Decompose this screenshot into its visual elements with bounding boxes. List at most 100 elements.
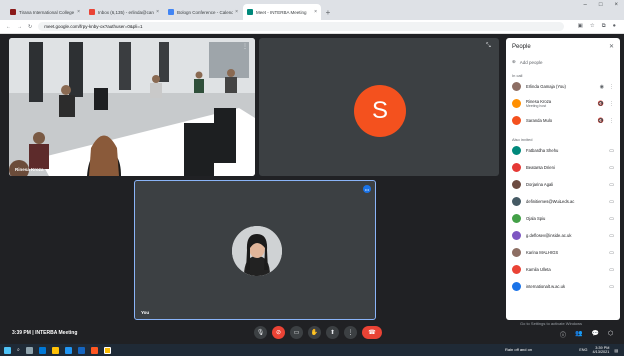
participant-list-item[interactable]: definitiemes@WuiLeds.ac ▭ (512, 193, 614, 210)
participant-list-item[interactable]: Kamila Ulleta ▭ (512, 261, 614, 278)
mute-icon[interactable]: 🔇 (598, 118, 604, 124)
leave-call-button[interactable]: ☎ (362, 326, 382, 339)
speaking-icon[interactable]: ◉ (600, 84, 604, 90)
message-icon[interactable]: ▭ (609, 199, 614, 205)
url-field[interactable]: meet.google.com/frpy-knby-ox?authuser=0&… (38, 22, 564, 31)
more-options-button[interactable]: ⋮ (344, 326, 357, 339)
meeting-title: INTERBA Meeting (35, 330, 78, 336)
message-icon[interactable]: ▭ (609, 250, 614, 256)
participant-tile-rinesa[interactable]: ⋮ Rinesa Kroza (9, 38, 255, 176)
pin-icon[interactable]: ⋮ (242, 43, 249, 50)
more-icon[interactable]: ⋮ (609, 118, 614, 124)
participant-list-item[interactable]: Erlinda Gamaja (You) ◉ ⋮ (512, 78, 614, 95)
more-icon[interactable]: ⋮ (609, 101, 614, 107)
weather-widget[interactable]: Rain off and on (505, 347, 532, 352)
participant-list-item[interactable]: g.deflosev@inside.ac.uk ▭ (512, 227, 614, 244)
message-icon[interactable]: ▭ (609, 284, 614, 290)
close-icon[interactable]: ✕ (609, 43, 614, 50)
self-view-tile[interactable]: ••• You (134, 180, 376, 320)
message-icon[interactable]: ▭ (609, 233, 614, 239)
browser-tab[interactable]: Meet - INTERBA Meeting × (243, 4, 321, 20)
info-icon[interactable]: ⓘ (560, 330, 566, 339)
language-indicator[interactable]: ENG (579, 348, 587, 352)
new-tab-button[interactable]: + (322, 4, 334, 20)
close-tab-icon[interactable]: × (156, 9, 159, 15)
present-button[interactable]: ⬆ (326, 326, 339, 339)
office-icon[interactable] (90, 346, 98, 354)
camera-permission-icon[interactable]: ▣ (578, 23, 583, 30)
maximize-button[interactable]: □ (599, 2, 603, 8)
close-tab-icon[interactable]: × (77, 9, 80, 15)
star-icon[interactable]: ☆ (590, 23, 595, 30)
search-icon[interactable]: ⌕ (17, 347, 20, 353)
participant-list-item[interactable]: internationalt.w.ac.uk ▭ (512, 278, 614, 295)
close-tab-icon[interactable]: × (235, 9, 238, 15)
message-icon[interactable]: ▭ (609, 165, 614, 171)
browser-tab[interactable]: Bologn Conference - Calendar - Ver× (164, 4, 242, 20)
people-icon[interactable]: 👥 (575, 330, 582, 339)
avatar (512, 180, 521, 189)
present-icon: ⬆ (329, 330, 336, 336)
forward-icon[interactable]: → (17, 24, 22, 30)
participant-list-item[interactable]: Fatbardha Shehu ▭ (512, 142, 614, 159)
participant-name: Fatbardha Shehu (526, 148, 559, 153)
participant-list-item[interactable]: Beatarsa Drieni ▭ (512, 159, 614, 176)
tab-favicon-icon (10, 9, 16, 15)
message-icon[interactable]: ▭ (609, 267, 614, 273)
participant-list-item[interactable]: Karina MALHIGS ▭ (512, 244, 614, 261)
chat-icon[interactable]: 💬 (592, 330, 599, 339)
minimize-button[interactable]: – (584, 2, 587, 8)
browser-tab[interactable]: Tirana International College | Resid× (6, 4, 84, 20)
file-explorer-icon[interactable] (51, 346, 59, 354)
reload-icon[interactable]: ↻ (28, 24, 32, 30)
raise-hand-button[interactable]: ✋ (308, 326, 321, 339)
task-view-icon[interactable] (25, 346, 33, 354)
start-icon[interactable] (4, 346, 11, 354)
participant-name: Erlinda Gamaja (You) (526, 84, 566, 89)
hand-icon: ✋ (310, 330, 319, 336)
participant-list-item[interactable]: Dorjarina Agali ▭ (512, 176, 614, 193)
activities-icon[interactable]: ⬡ (608, 330, 613, 339)
avatar (512, 197, 521, 206)
store-icon[interactable] (64, 346, 72, 354)
camera-off-icon: ⊘ (275, 330, 282, 336)
avatar (512, 282, 521, 291)
clock[interactable]: 3:39 PM 4/13/2021 (593, 346, 610, 354)
profile-icon[interactable]: ● (613, 23, 616, 30)
participant-list-item[interactable]: Rinesa Kroza Meeting host 🔇 ⋮ (512, 95, 614, 112)
chrome-icon[interactable] (103, 346, 111, 354)
message-icon[interactable]: ▭ (609, 182, 614, 188)
mic-button[interactable]: 🎙 (254, 326, 267, 339)
participant-name: Ojala Spiu (526, 216, 546, 221)
system-tray: ENG 3:39 PM 4/13/2021 ▤ (579, 346, 618, 354)
tab-title: Inbox (6,135) - erlinda@canatec (98, 9, 154, 15)
message-icon[interactable]: ▭ (609, 216, 614, 222)
mail-icon[interactable] (77, 346, 85, 354)
more-icon[interactable]: ⋮ (609, 84, 614, 90)
mute-icon[interactable]: 🔇 (598, 101, 604, 107)
taskbar: ⌕ Rain off and on ENG 3:39 PM 4/13/2021 … (0, 344, 624, 356)
avatar (512, 99, 521, 108)
back-icon[interactable]: ← (6, 24, 11, 30)
pin-icon[interactable]: ⤡ (486, 43, 493, 50)
browser-tab[interactable]: Inbox (6,135) - erlinda@canatec× (85, 4, 163, 20)
edge-icon[interactable] (38, 346, 46, 354)
call-controls: 🎙 ⊘ ▭ ✋ ⬆ ⋮ ☎ (254, 326, 382, 339)
meeting-details: 3:39 PM | INTERBA Meeting (12, 330, 78, 336)
camera-button[interactable]: ⊘ (272, 326, 285, 339)
participant-list-item[interactable]: Saranda Mulo 🔇 ⋮ (512, 112, 614, 129)
notification-icon[interactable]: ▤ (614, 348, 618, 353)
avatar (512, 231, 521, 240)
add-people-button[interactable]: ⊕ Add people (512, 59, 614, 65)
close-window-button[interactable]: × (614, 2, 618, 8)
close-tab-icon[interactable]: × (314, 9, 317, 15)
message-icon[interactable]: ▭ (609, 148, 614, 154)
window-controls: – □ × (584, 2, 618, 8)
hangup-icon: ☎ (368, 330, 376, 336)
tab-favicon-icon (247, 9, 253, 15)
avatar (512, 116, 521, 125)
extensions-icon[interactable]: ⧉ (602, 23, 606, 30)
participant-list-item[interactable]: Ojala Spiu ▭ (512, 210, 614, 227)
captions-button[interactable]: ▭ (290, 326, 303, 339)
avatar: S (354, 85, 406, 137)
